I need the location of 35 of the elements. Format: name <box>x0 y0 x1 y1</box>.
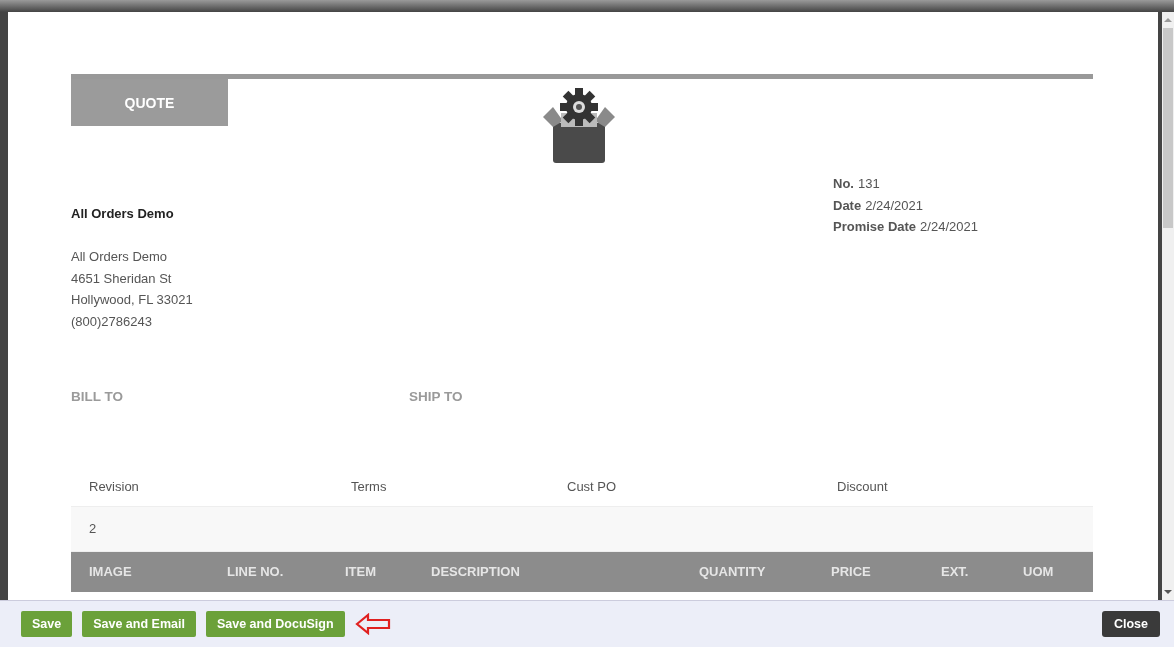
party-heading: SHIP TO <box>409 388 464 404</box>
column-header: QUANTITY <box>699 564 766 580</box>
column-header: Terms <box>351 479 387 495</box>
column-header: IMAGE <box>89 564 132 580</box>
column-header: Revision <box>89 479 139 495</box>
column-header: Discount <box>837 479 888 495</box>
address-line: All Orders Demo <box>71 248 169 266</box>
address-line: Hollywood, FL 33021 <box>71 291 193 310</box>
table-cell: 2 <box>89 521 97 537</box>
column-header: PRICE <box>831 564 871 580</box>
column-header: Cust PO <box>567 479 617 495</box>
scrollbar[interactable] <box>1162 12 1174 600</box>
party-heading: BILL TO <box>71 388 124 404</box>
column-header: UOM <box>1023 564 1054 580</box>
column-header: LINE NO. <box>227 564 284 580</box>
column-header: EXT. <box>941 564 969 580</box>
close-button[interactable]: Close <box>1101 611 1160 637</box>
meta-value: 131 <box>857 176 880 191</box>
address-line: 4651 Sheridan St <box>71 269 173 288</box>
scroll-up-icon[interactable] <box>1164 18 1172 22</box>
scroll-down-icon[interactable] <box>1164 590 1172 594</box>
meta-value: 2/24/2021 <box>920 219 978 235</box>
meta-label: Promise Date <box>833 219 917 235</box>
save-button[interactable]: Save and Email <box>82 611 196 637</box>
quote-badge: QUOTE <box>71 79 228 126</box>
save-button[interactable]: Save <box>21 611 73 637</box>
meta-value: 2/24/2021 <box>865 197 924 213</box>
meta-label: No. <box>833 176 854 191</box>
arrow-icon <box>354 613 391 635</box>
save-button[interactable]: Save and DocuSign <box>205 611 345 637</box>
meta-label: Date <box>833 197 862 213</box>
column-header: DESCRIPTION <box>431 564 520 580</box>
address-line: (800)2786243 <box>71 313 153 332</box>
column-header: ITEM <box>345 564 377 580</box>
company-name: All Orders Demo <box>71 206 175 221</box>
